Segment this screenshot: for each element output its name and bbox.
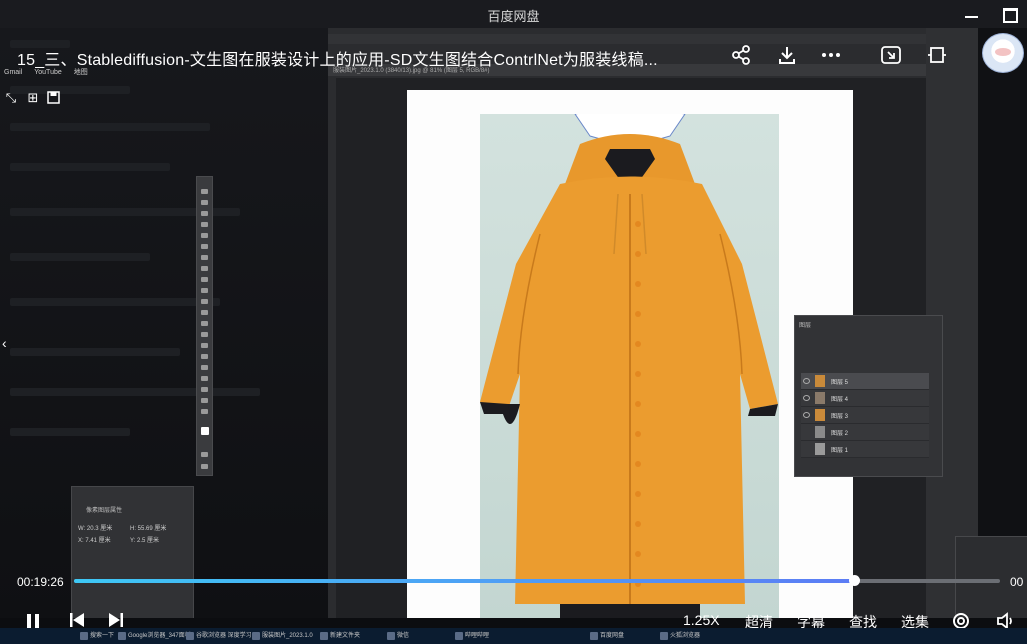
taskbar-item[interactable]: Google浏览器_347面板 — [118, 630, 191, 642]
speed-button[interactable]: 1.25X — [683, 612, 720, 628]
maximize-button[interactable] — [1000, 4, 1020, 24]
layer-name: 图层 1 — [831, 448, 849, 454]
marquee-tool-icon[interactable] — [201, 200, 208, 205]
layers-title: 图层 — [799, 323, 812, 329]
blurred-text — [10, 388, 260, 396]
frame-tool-icon[interactable] — [201, 244, 208, 249]
layer-row[interactable]: 图层 4 — [801, 390, 929, 407]
taskbar-item[interactable]: 微信 — [387, 630, 409, 642]
blur-tool-icon[interactable] — [201, 332, 208, 337]
fullscreen-icon[interactable] — [926, 44, 948, 66]
download-icon[interactable] — [776, 44, 798, 66]
current-time: 00:19:26 — [17, 575, 64, 589]
bookmark-youtube[interactable]: YouTube — [34, 69, 62, 76]
taskbar-item[interactable]: 服装图片_2023.1.0 — [252, 630, 313, 642]
prop-x[interactable]: X: 7.41 厘米 — [78, 535, 111, 544]
progress-fill — [74, 579, 854, 583]
dodge-tool-icon[interactable] — [201, 343, 208, 348]
eye-icon[interactable] — [803, 378, 810, 384]
layer-name: 图层 3 — [831, 414, 849, 420]
taskbar-item[interactable]: 火狐浏览器 — [660, 630, 700, 642]
blurred-text — [10, 298, 220, 306]
history-brush-icon[interactable] — [201, 299, 208, 304]
blurred-text — [10, 428, 130, 436]
layer-name: 图层 5 — [831, 380, 849, 386]
layer-name: 图层 2 — [831, 431, 849, 437]
stamp-tool-icon[interactable] — [201, 288, 208, 293]
prop-height[interactable]: H: 55.69 厘米 — [130, 523, 166, 532]
lasso-tool-icon[interactable] — [201, 211, 208, 216]
video-player[interactable]: 服装图片_2023.1.0 (3840/13).jpg @ 81% (图层 5,… — [0, 28, 1027, 618]
blurred-text — [10, 348, 180, 356]
path-select-icon[interactable] — [201, 376, 208, 381]
bookmark-gmail[interactable]: Gmail — [4, 69, 22, 76]
properties-title: 像素图层属性 — [86, 508, 123, 514]
layer-thumbnail — [815, 443, 825, 455]
eyedropper-icon[interactable] — [201, 255, 208, 260]
screen-mode-icon[interactable] — [201, 464, 208, 469]
coat-photo — [480, 114, 779, 618]
layer-row[interactable]: 图层 1 — [801, 441, 929, 458]
pip-icon[interactable] — [880, 44, 902, 66]
save-icon[interactable] — [46, 91, 60, 105]
eye-icon[interactable] — [803, 395, 810, 401]
color-swatch-icon[interactable] — [201, 427, 209, 435]
layer-thumbnail — [815, 409, 825, 421]
layer-row[interactable]: 图层 2 — [801, 424, 929, 441]
bookmark-maps[interactable]: 地图 — [74, 67, 88, 77]
healing-brush-icon[interactable] — [201, 266, 208, 271]
taskbar-item[interactable]: 百度网盘 — [590, 630, 624, 642]
blurred-text — [10, 123, 210, 131]
shape-tool-icon[interactable] — [201, 387, 208, 392]
minimize-button[interactable] — [962, 4, 982, 24]
taskbar-item[interactable]: 搜索一下 — [80, 630, 114, 642]
window-titlebar: 百度网盘 — [0, 0, 1027, 28]
layer-thumbnail — [815, 392, 825, 404]
ps-properties-panel: 像素图层属性 W: 20.3 厘米 H: 55.69 厘米 X: 7.41 厘米… — [71, 486, 194, 618]
eraser-tool-icon[interactable] — [201, 310, 208, 315]
end-time: 00 — [1010, 575, 1024, 589]
blurred-text — [10, 163, 170, 171]
pen-tool-icon[interactable] — [201, 354, 208, 359]
progress-handle[interactable] — [848, 575, 860, 586]
expand-icon[interactable]: ⤡ — [4, 91, 18, 105]
crop-tool-icon[interactable] — [201, 233, 208, 238]
prop-y[interactable]: Y: 2.5 厘米 — [130, 535, 159, 544]
window-title: 百度网盘 — [487, 9, 540, 24]
chevron-left-icon[interactable]: ‹ — [2, 335, 7, 351]
layer-thumbnail — [815, 426, 825, 438]
coat-illustration — [480, 114, 778, 618]
user-avatar[interactable] — [982, 33, 1024, 73]
quick-mask-icon[interactable] — [201, 452, 208, 457]
brush-tool-icon[interactable] — [201, 277, 208, 282]
magic-wand-icon[interactable] — [201, 222, 208, 227]
ps-layers-panel: 图层 图层 5 图层 4 图层 3 图层 2 图层 1 — [794, 315, 943, 477]
hand-tool-icon[interactable] — [201, 398, 208, 403]
taskbar-item[interactable]: 哔哩哔哩 — [455, 630, 489, 642]
layer-row[interactable]: 图层 5 — [801, 373, 929, 390]
layer-thumbnail — [815, 375, 825, 387]
zoom-tool-icon[interactable] — [201, 409, 208, 414]
ps-toolbar — [196, 176, 213, 476]
ps-menubar — [328, 34, 978, 44]
video-title: 15_三、Stablediffusion-文生图在服装设计上的应用-SD文生图结… — [17, 52, 658, 69]
browser-bookmarks: Gmail YouTube 地图 — [4, 67, 98, 77]
gradient-tool-icon[interactable] — [201, 321, 208, 326]
prop-width[interactable]: W: 20.3 厘米 — [78, 523, 112, 532]
layer-name: 图层 4 — [831, 397, 849, 403]
share-icon[interactable] — [730, 44, 752, 66]
type-tool-icon[interactable] — [201, 365, 208, 370]
more-icon[interactable] — [820, 44, 842, 66]
eye-icon[interactable] — [803, 412, 810, 418]
taskbar-item[interactable]: 谷歌浏览器 深度学习 — [186, 630, 252, 642]
move-tool-icon[interactable] — [201, 189, 208, 194]
layer-row[interactable]: 图层 3 — [801, 407, 929, 424]
blurred-text — [10, 253, 150, 261]
taskbar-item[interactable]: 新建文件夹 — [320, 630, 360, 642]
grid-icon[interactable]: ⊞ — [26, 91, 40, 105]
os-taskbar: 搜索一下 Google浏览器_347面板 谷歌浏览器 深度学习 服装图片_202… — [0, 628, 1027, 644]
progress-bar[interactable] — [74, 575, 1000, 586]
